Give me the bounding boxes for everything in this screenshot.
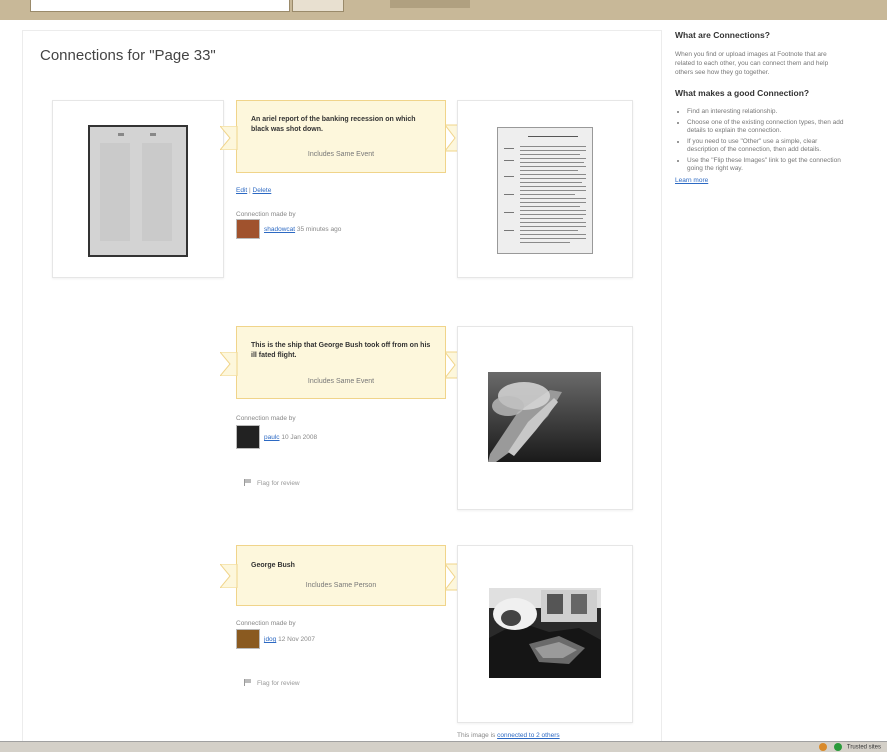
good-connection-heading: What makes a good Connection? (675, 88, 810, 98)
help-sidebar: What are Connections? When you find or u… (675, 30, 845, 184)
doc-text-line (520, 222, 586, 223)
tip-item: If you need to use "Other" use a simple,… (687, 138, 845, 155)
connection-type: Includes Same Event (307, 378, 375, 385)
connection-author: paulc 10 Jan 2008 (264, 434, 317, 441)
status-tray: Trusted sites (816, 743, 881, 751)
page-mark (150, 133, 156, 136)
doc-side-line (504, 160, 514, 161)
user-link[interactable]: shadowcat (264, 226, 295, 233)
what-are-connections-text: When you find or upload images at Footno… (675, 51, 829, 76)
connection-made-by-label: Connection made by (236, 415, 296, 422)
connection-time: 35 minutes ago (296, 226, 342, 233)
doc-side-line (504, 148, 514, 149)
doc-side-line (504, 194, 514, 195)
page-column (142, 143, 172, 241)
doc-text-line (520, 226, 586, 227)
flag-label: Flag for review (257, 480, 300, 487)
connection-description-box: This is the ship that George Bush took o… (236, 326, 446, 399)
connection-description: This is the ship that George Bush took o… (251, 342, 431, 359)
flag-icon (244, 679, 252, 686)
connection-description-box: George Bush Includes Same Person (236, 545, 446, 606)
status-icon (818, 743, 827, 751)
browser-toolbar (0, 0, 887, 20)
doc-text-line (520, 210, 586, 211)
connection-author: shadowcat 35 minutes ago (264, 226, 341, 233)
connected-prefix: This image is (457, 732, 496, 739)
security-zone-icon (834, 743, 843, 751)
tip-item: Find an interesting relationship. (687, 108, 845, 117)
doc-text-line (520, 202, 586, 203)
user-avatar[interactable] (236, 219, 260, 239)
historical-photo[interactable] (489, 588, 601, 678)
doc-text-line (520, 146, 586, 147)
page-title: Connections for "Page 33" (40, 47, 216, 64)
doc-text-line (520, 158, 586, 159)
search-button[interactable] (292, 0, 344, 12)
connection-arrow-tail-icon (220, 352, 238, 376)
target-document-thumbnail[interactable] (497, 127, 593, 254)
connection-arrow-tail-icon (220, 564, 238, 588)
flag-icon (244, 479, 252, 486)
connection-author: jdog 12 Nov 2007 (264, 636, 315, 643)
doc-text-line (520, 174, 586, 175)
page-column (100, 143, 130, 241)
learn-more-link[interactable]: Learn more (675, 177, 845, 184)
doc-text-line (520, 154, 580, 155)
doc-text-line (520, 198, 586, 199)
what-are-connections-heading: What are Connections? (675, 30, 770, 40)
aircraft-carrier-photo[interactable] (488, 372, 601, 462)
connection-type: Includes Same Event (307, 151, 375, 158)
doc-text-line (520, 182, 582, 183)
doc-text-line (520, 242, 570, 243)
doc-text-line (520, 150, 586, 151)
doc-side-line (504, 230, 514, 231)
connection-type: Includes Same Person (305, 582, 377, 589)
page-mark (118, 133, 124, 136)
flag-label: Flag for review (257, 680, 300, 687)
doc-text-line (520, 166, 586, 167)
connection-description: An ariel report of the banking recession… (251, 116, 416, 133)
doc-text-line (520, 194, 575, 195)
edit-delete-links: Edit | Delete (236, 187, 271, 194)
source-page-thumbnail[interactable] (88, 125, 188, 257)
connection-time: 12 Nov 2007 (278, 636, 315, 643)
connection-made-by-label: Connection made by (236, 211, 296, 218)
edit-link[interactable]: Edit (236, 187, 247, 194)
connection-description: George Bush (251, 562, 295, 569)
search-input[interactable] (30, 0, 290, 12)
connected-others-link[interactable]: connected to 2 others (497, 732, 560, 739)
doc-text-line (520, 234, 586, 235)
connection-time: 10 Jan 2008 (281, 434, 318, 441)
nav-tab[interactable] (390, 0, 470, 8)
user-avatar[interactable] (236, 425, 260, 449)
doc-text-line (520, 206, 580, 207)
doc-text-line (520, 186, 586, 187)
user-link[interactable]: paulc (264, 434, 280, 441)
connection-made-by-label: Connection made by (236, 620, 296, 627)
doc-text-line (520, 214, 586, 215)
doc-side-line (504, 176, 514, 177)
tip-item: Choose one of the existing connection ty… (687, 119, 845, 136)
doc-text-line (520, 170, 578, 171)
doc-text-line (520, 238, 586, 239)
tip-item: Use the "Flip these Images" link to get … (687, 157, 845, 174)
user-avatar[interactable] (236, 629, 260, 649)
security-zone-label: Trusted sites (846, 744, 881, 751)
browser-status-bar: Trusted sites (0, 741, 887, 752)
doc-heading-line (528, 136, 578, 137)
doc-text-line (520, 190, 586, 191)
delete-link[interactable]: Delete (253, 187, 272, 194)
doc-side-line (504, 212, 514, 213)
connection-arrow-tail-icon (220, 126, 238, 150)
flag-for-review[interactable]: Flag for review (244, 478, 300, 487)
doc-text-line (520, 218, 583, 219)
doc-text-line (520, 178, 586, 179)
tips-list: Find an interesting relationship. Choose… (675, 108, 845, 174)
flag-for-review[interactable]: Flag for review (244, 678, 300, 687)
user-link[interactable]: jdog (264, 636, 276, 643)
connected-count: This image is connected to 2 others (457, 732, 560, 739)
connection-description-box: An ariel report of the banking recession… (236, 100, 446, 173)
doc-text-line (520, 230, 578, 231)
doc-text-line (520, 162, 584, 163)
